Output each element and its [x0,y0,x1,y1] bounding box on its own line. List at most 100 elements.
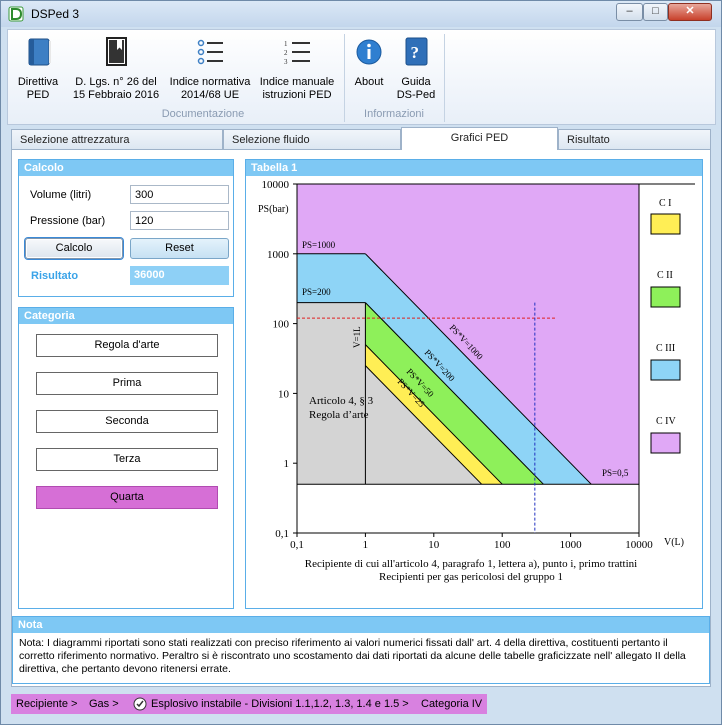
legend-c2-label: C II [657,270,673,281]
categoria-prima-button[interactable]: Prima [36,372,218,395]
help-book-icon: ? [405,37,428,66]
legend-c3-swatch [650,359,681,381]
svg-text:3: 3 [284,58,288,66]
tab-grafici-ped[interactable]: Grafici PED [401,127,558,150]
x-tick-label: 100 [494,539,511,551]
label-v1: V=1L [352,326,362,348]
about-button[interactable]: About [350,36,388,89]
book-icon [28,38,51,66]
tab-content: Calcolo Volume (litri) 300 Pressione (ba… [11,149,711,687]
legend-c3-label: C III [656,343,675,354]
minimize-button[interactable]: – [616,3,643,21]
ribbon-separator [444,34,445,122]
region-label-articolo: Articolo 4, § 3 [309,395,374,407]
volume-input[interactable]: 300 [130,185,229,204]
categoria-seconda-button[interactable]: Seconda [36,410,218,433]
chart-caption-2: Recipienti per gas pericolosi del gruppo… [379,571,563,583]
label-ps05: PS=0,5 [602,468,629,478]
group-label-documentazione: Documentazione [161,108,245,120]
risultato-value: 36000 [130,266,229,285]
calcolo-title: Calcolo [19,160,233,176]
legend-c1-label: C I [659,198,672,209]
x-axis-label: V(L) [664,537,684,548]
label-ps200: PS=200 [302,287,331,297]
x-tick-label: 0,1 [290,539,304,551]
direttiva-ped-label: Direttiva PED [17,76,59,101]
categoria-quarta-button[interactable]: Quarta [36,486,218,509]
reset-button[interactable]: Reset [130,238,229,259]
legend-c4-swatch [650,432,681,454]
bulleted-list-icon [197,39,223,65]
explosive-hazard-icon [133,697,147,711]
y-tick-label: 1000 [267,249,290,261]
tab-strip: Selezione attrezzatura Selezione fluido … [11,127,711,150]
app-logo-icon [8,6,24,22]
label-ps1000: PS=1000 [302,240,336,250]
app-window: DSPed 3 – □ ✕ Direttiva PED D. Lgs. n° 2… [0,0,722,725]
categoria-panel: Categoria Regola d'arte Prima Seconda Te… [18,307,234,609]
ribbon-separator [344,34,345,122]
tab-risultato[interactable]: Risultato [558,129,711,149]
group-label-informazioni: Informazioni [364,108,424,120]
close-button[interactable]: ✕ [668,3,712,21]
x-tick-label: 1000 [560,539,583,551]
dlgs-26-button[interactable]: D. Lgs. n° 26 del 15 Febbraio 2016 [68,36,164,102]
pressione-input[interactable]: 120 [130,211,229,230]
y-axis-label: PS(bar) [258,204,289,215]
title-bar[interactable]: DSPed 3 – □ ✕ [1,1,721,27]
y-tick-label: 1 [284,458,290,470]
status-recipiente[interactable]: Recipiente > [16,698,77,710]
y-tick-label: 10 [278,388,290,400]
y-tick-label: 0,1 [275,528,289,540]
ped-chart: 10000 1000 100 10 1 0,10,1 1 10 100 1000 10000 PS(… [258,179,695,583]
x-tick-label: 10 [428,539,440,551]
volume-label: Volume (litri) [30,189,92,201]
indice-manuale-button[interactable]: 1 2 3 Indice manuale istruzioni PED [258,36,336,102]
region-below-ps05 [297,484,639,533]
guida-dsped-button[interactable]: ? Guida DS-Ped [394,36,438,102]
maximize-icon: □ [652,5,659,17]
about-label: About [354,76,384,88]
svg-text:2: 2 [284,49,288,57]
categoria-title: Categoria [19,308,233,324]
region-label-regola: Regola d’arte [309,409,369,421]
status-gas[interactable]: Gas > [89,698,119,710]
close-icon: ✕ [685,5,695,17]
nota-text: Nota: I diagrammi riportati sono stati r… [19,637,686,675]
risultato-label: Risultato [31,270,79,282]
window-title: DSPed 3 [31,7,80,21]
nota-title: Nota [13,617,709,633]
nota-panel: Nota Nota: I diagrammi riportati sono st… [12,616,710,684]
x-tick-label: 1 [363,539,369,551]
legend-c1-swatch [650,213,681,235]
direttiva-ped-button[interactable]: Direttiva PED [12,36,64,102]
info-icon [356,39,382,65]
status-categoria: Categoria IV [421,698,483,710]
status-bar: Recipiente > Gas > Esplosivo instabile -… [11,694,487,714]
tab-selezione-fluido[interactable]: Selezione fluido [223,129,401,149]
indice-normativa-button[interactable]: Indice normativa 2014/68 UE [164,36,256,102]
dlgs-26-label: D. Lgs. n° 26 del 15 Febbraio 2016 [72,76,160,101]
chart-caption-1: Recipiente di cui all'articolo 4, paragr… [305,558,637,570]
status-esplosivo[interactable]: Esplosivo instabile - Divisioni 1.1,1.2,… [151,698,409,710]
svg-text:1: 1 [284,40,288,48]
indice-normativa-label: Indice normativa 2014/68 UE [169,76,251,101]
tabella-title: Tabella 1 [246,160,702,176]
calcolo-button[interactable]: Calcolo [25,238,123,259]
guida-dsped-label: Guida DS-Ped [396,76,436,101]
numbered-list-icon: 1 2 3 [284,40,310,66]
tabella-panel: Tabella 1 10000 1000 100 10 1 0,1 0,1 1 10 100 100… [245,159,703,609]
ribbon-toolbar: Direttiva PED D. Lgs. n° 26 del 15 Febbr… [7,29,716,125]
y-tick-label: 100 [273,319,290,331]
pressione-label: Pressione (bar) [30,215,106,227]
x-tick-label: 10000 [625,539,653,551]
tab-selezione-attrezzatura[interactable]: Selezione attrezzatura [11,129,223,149]
y-tick-label: 10000 [262,179,290,191]
maximize-button[interactable]: □ [643,3,668,21]
categoria-regola-arte-button[interactable]: Regola d'arte [36,334,218,357]
calcolo-panel: Calcolo Volume (litri) 300 Pressione (ba… [18,159,234,297]
minimize-icon: – [626,5,633,17]
categoria-terza-button[interactable]: Terza [36,448,218,471]
legend-c4-label: C IV [656,416,677,427]
indice-manuale-label: Indice manuale istruzioni PED [259,76,335,101]
